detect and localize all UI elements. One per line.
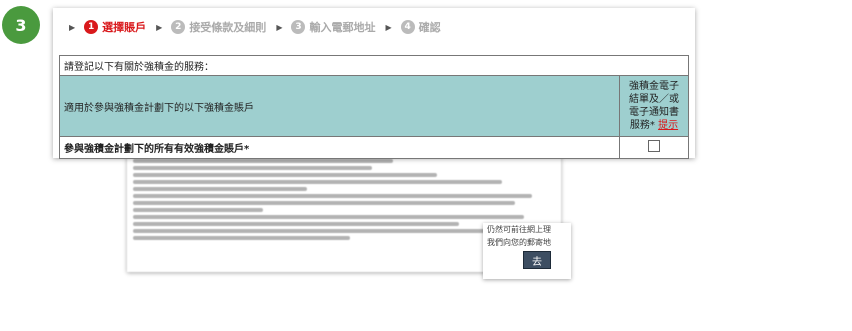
service-registration-card: ▶ 1 選擇賬戶 ▶ 2 接受條款及細則 ▶ 3 輸入電郵地址 ▶ 4 確認 請… bbox=[53, 8, 695, 159]
step-label: 選擇賬戶 bbox=[102, 21, 147, 34]
all-accounts-checkbox[interactable] bbox=[648, 140, 660, 152]
step-label: 確認 bbox=[418, 21, 441, 34]
step-number: 2 bbox=[171, 20, 186, 34]
breadcrumb-step-4: 4 確認 bbox=[400, 19, 441, 35]
triangle-right-icon: ▶ bbox=[276, 22, 283, 32]
row-checkbox-cell bbox=[619, 136, 689, 159]
header-line: 強積金電子 bbox=[629, 81, 679, 92]
popup-text-line1: 仍然可前往網上理 bbox=[487, 225, 551, 234]
triangle-right-icon: ▶ bbox=[156, 22, 163, 32]
service-table: 請登記以下有關於強積金的服務： 適用於參與強積金計劃下的以下強積金賬戶 強積金電… bbox=[59, 55, 689, 159]
step-number-badge: 3 bbox=[2, 6, 40, 44]
header-estatement-service: 強積金電子 結單及／或 電子通知書 服務* 提示 bbox=[619, 75, 689, 137]
background-popup: 仍然可前往網上理 我們向您的郵寄地 去 bbox=[483, 223, 571, 279]
header-line: 電子通知書 bbox=[629, 107, 679, 118]
step-label: 接受條款及細則 bbox=[189, 21, 267, 34]
step-number: 3 bbox=[291, 20, 306, 34]
breadcrumb-step-3: 3 輸入電郵地址 bbox=[291, 19, 375, 35]
table-title: 請登記以下有關於強積金的服務： bbox=[59, 55, 689, 76]
step-label: 輸入電郵地址 bbox=[309, 21, 376, 34]
header-line: 結單及／或 bbox=[629, 94, 679, 105]
triangle-right-icon: ▶ bbox=[69, 22, 76, 32]
step-number: 4 bbox=[400, 20, 415, 34]
triangle-right-icon: ▶ bbox=[385, 22, 392, 32]
go-button[interactable]: 去 bbox=[523, 251, 551, 269]
row-all-accounts-label: 參與強積金計劃下的所有有效強積金賬戶* bbox=[59, 136, 620, 159]
tips-link[interactable]: 提示 bbox=[658, 120, 678, 131]
popup-text-line2: 我們向您的郵寄地 bbox=[487, 238, 551, 247]
progress-breadcrumb: ▶ 1 選擇賬戶 ▶ 2 接受條款及細則 ▶ 3 輸入電郵地址 ▶ 4 確認 bbox=[53, 18, 695, 36]
step-number: 1 bbox=[84, 20, 99, 34]
breadcrumb-step-1: 1 選擇賬戶 bbox=[84, 19, 146, 35]
header-accounts: 適用於參與強積金計劃下的以下強積金賬戶 bbox=[59, 75, 620, 137]
breadcrumb-step-2: 2 接受條款及細則 bbox=[171, 19, 266, 35]
header-line-with-link: 服務* 提示 bbox=[624, 119, 684, 132]
header-line: 服務* bbox=[629, 120, 655, 131]
